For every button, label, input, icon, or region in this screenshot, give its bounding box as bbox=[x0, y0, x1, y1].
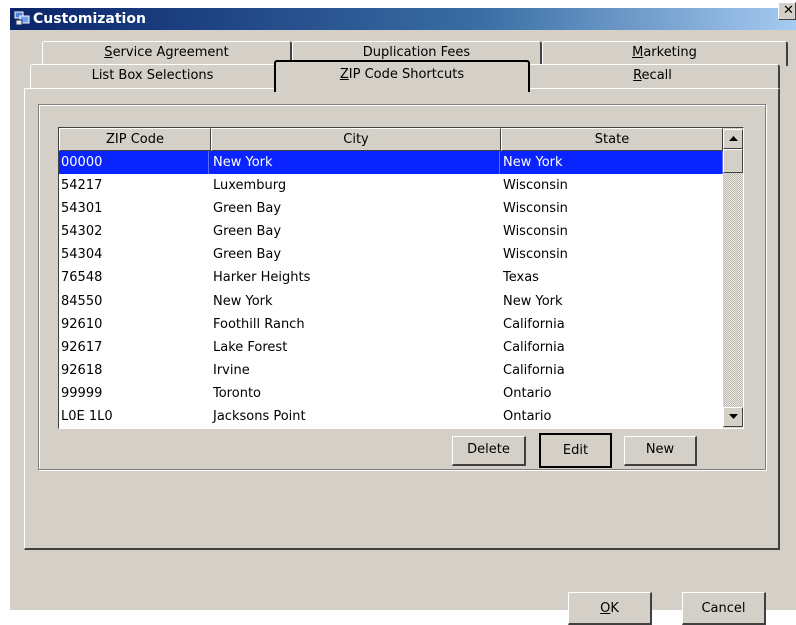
table-row[interactable]: 54217 Luxemburg Wisconsin bbox=[59, 174, 723, 197]
cell-state: Wisconsin bbox=[503, 247, 568, 263]
cell-zip: 54304 bbox=[61, 247, 103, 263]
cell-zip: 92610 bbox=[61, 316, 103, 332]
cell-state: Wisconsin bbox=[503, 224, 568, 240]
close-icon: ✕ bbox=[783, 3, 794, 18]
cell-zip: 92617 bbox=[61, 339, 103, 355]
title-bar: Customization bbox=[10, 8, 796, 30]
tab-recall[interactable]: Recall bbox=[526, 64, 780, 89]
table-row[interactable]: 54304 Green Bay Wisconsin bbox=[59, 243, 723, 266]
scroll-down-button[interactable] bbox=[723, 407, 743, 427]
cell-zip: 99999 bbox=[61, 385, 103, 401]
vertical-scrollbar[interactable] bbox=[723, 128, 743, 428]
arrow-down-icon bbox=[728, 414, 738, 419]
cell-zip: 00000 bbox=[59, 151, 209, 174]
cell-zip: 54302 bbox=[61, 224, 103, 240]
cell-city: Jacksons Point bbox=[213, 409, 306, 425]
table-row[interactable]: 92610 Foothill Ranch California bbox=[59, 313, 723, 336]
cell-state: New York bbox=[501, 151, 723, 174]
tab-list-box-selections[interactable]: List Box Selections bbox=[30, 64, 276, 89]
table-row[interactable]: 92617 Lake Forest California bbox=[59, 336, 723, 359]
cancel-label: Cancel bbox=[701, 601, 746, 616]
cell-zip: 54217 bbox=[61, 178, 103, 194]
cell-city: Lake Forest bbox=[213, 339, 288, 355]
cell-city: Harker Heights bbox=[213, 270, 311, 286]
app-icon bbox=[14, 11, 30, 26]
column-header-state[interactable]: State bbox=[501, 128, 723, 151]
list-header: ZIP Code City State bbox=[59, 128, 723, 151]
cell-zip: 54301 bbox=[61, 201, 103, 217]
zip-code-list[interactable]: ZIP Code City State 00000 New York New Y… bbox=[58, 127, 744, 429]
cell-city: Green Bay bbox=[213, 224, 282, 240]
cell-state: California bbox=[503, 362, 565, 378]
scroll-up-button[interactable] bbox=[723, 129, 743, 149]
column-header-zip-code[interactable]: ZIP Code bbox=[59, 128, 211, 151]
cell-city: New York bbox=[213, 293, 273, 309]
arrow-up-icon bbox=[728, 136, 738, 141]
cell-city: Green Bay bbox=[213, 201, 282, 217]
column-header-city[interactable]: City bbox=[211, 128, 501, 151]
tab-service-agreement[interactable]: Service Agreement bbox=[42, 41, 292, 66]
cell-zip: 76548 bbox=[61, 270, 103, 286]
cell-state: Texas bbox=[503, 270, 539, 286]
table-row[interactable]: L0E 1L0 Jacksons Point Ontario bbox=[59, 405, 723, 428]
cell-state: Ontario bbox=[503, 409, 552, 425]
cell-city: Foothill Ranch bbox=[213, 316, 305, 332]
ok-label: OK bbox=[600, 601, 619, 616]
table-row[interactable]: 00000 New York New York bbox=[59, 151, 723, 175]
delete-button[interactable]: Delete bbox=[452, 436, 526, 466]
cell-city: Toronto bbox=[213, 385, 261, 401]
cell-state: California bbox=[503, 339, 565, 355]
scroll-thumb[interactable] bbox=[723, 149, 743, 173]
close-button[interactable]: ✕ bbox=[778, 2, 796, 20]
tab-zip-code-shortcuts[interactable]: ZIP Code Shortcuts bbox=[274, 60, 530, 92]
table-row[interactable]: 92618 Irvine California bbox=[59, 359, 723, 382]
cell-zip: 92618 bbox=[61, 362, 103, 378]
table-row[interactable]: 84550 New York New York bbox=[59, 290, 723, 313]
cancel-button[interactable]: Cancel bbox=[682, 592, 766, 625]
cell-city: Luxemburg bbox=[213, 178, 287, 194]
edit-button[interactable]: Edit bbox=[539, 433, 612, 468]
cell-state: Wisconsin bbox=[503, 178, 568, 194]
cell-city: New York bbox=[211, 151, 500, 174]
cell-zip: 84550 bbox=[61, 293, 103, 309]
cell-city: Green Bay bbox=[213, 247, 282, 263]
window-title: Customization bbox=[33, 11, 146, 27]
cell-state: New York bbox=[503, 293, 563, 309]
table-row[interactable]: 76548 Harker Heights Texas bbox=[59, 266, 723, 289]
tab-marketing[interactable]: Marketing bbox=[542, 41, 788, 66]
list-rows: 00000 New York New York 54217 Luxemburg … bbox=[59, 151, 723, 428]
table-row[interactable]: 54302 Green Bay Wisconsin bbox=[59, 220, 723, 243]
table-row[interactable]: 99999 Toronto Ontario bbox=[59, 382, 723, 405]
cell-zip: L0E 1L0 bbox=[61, 409, 113, 425]
cell-state: Ontario bbox=[503, 385, 552, 401]
cell-state: California bbox=[503, 316, 565, 332]
cell-city: Irvine bbox=[213, 362, 250, 378]
cell-state: Wisconsin bbox=[503, 201, 568, 217]
table-row[interactable]: 54301 Green Bay Wisconsin bbox=[59, 197, 723, 220]
new-button[interactable]: New bbox=[624, 436, 697, 466]
ok-button[interactable]: OK bbox=[568, 592, 652, 625]
